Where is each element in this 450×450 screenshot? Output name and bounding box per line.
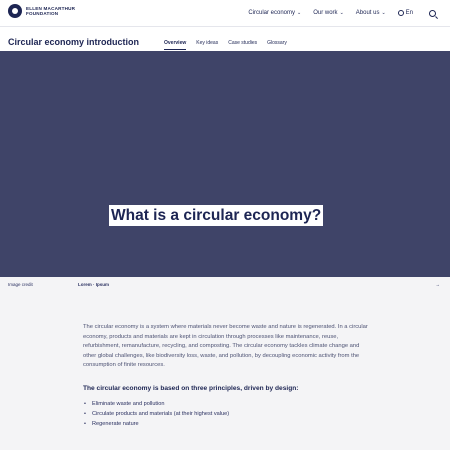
nav-item-about-us[interactable]: About us ⌄ (356, 10, 386, 16)
nav-item-our-work[interactable]: Our work ⌄ (313, 10, 344, 16)
section-tabs: Overview Key ideas Case studies Glossary (164, 40, 297, 50)
list-item: Regenerate nature (83, 419, 373, 429)
nav-item-label: Circular economy (248, 10, 296, 16)
page-title: Circular economy introduction (8, 37, 140, 47)
caption-label: Image credit (8, 282, 33, 287)
image-caption-bar: Image credit Lorem · Ipsum → (0, 277, 450, 293)
foundation-logo[interactable]: ELLEN MACARTHUR FOUNDATION (8, 4, 75, 18)
language-selector[interactable]: En (397, 10, 413, 16)
chevron-down-icon: ⌄ (297, 10, 302, 16)
logo-mark-icon (8, 4, 22, 18)
tab-glossary[interactable]: Glossary (267, 40, 287, 50)
principles-heading: The circular economy is based on three p… (83, 384, 299, 392)
section-navigation: Circular economy introduction Overview K… (0, 26, 450, 51)
list-item: Circulate products and materials (at the… (83, 409, 373, 419)
logo-text: ELLEN MACARTHUR FOUNDATION (26, 6, 75, 17)
arrow-right-icon[interactable]: → (436, 282, 441, 287)
tab-case-studies[interactable]: Case studies (228, 40, 257, 50)
hero-image: What is a circular economy? (0, 51, 450, 277)
search-icon[interactable] (429, 9, 436, 17)
article-body: The circular economy is a system where m… (83, 323, 373, 429)
tab-overview[interactable]: Overview (164, 40, 187, 50)
main-menu: Circular economy ⌄ Our work ⌄ About us ⌄ En (248, 0, 450, 26)
principles-list: Eliminate waste and pollution Circulate … (83, 399, 373, 429)
intro-paragraph: The circular economy is a system where m… (83, 324, 368, 369)
globe-icon (397, 10, 404, 16)
list-item: Eliminate waste and pollution (83, 399, 373, 409)
nav-item-label: About us (355, 10, 380, 16)
logo-line-2: FOUNDATION (26, 11, 59, 16)
language-label: En (405, 10, 413, 16)
chevron-down-icon: ⌄ (339, 10, 344, 16)
hero-title: What is a circular economy? (109, 205, 324, 226)
tab-key-ideas[interactable]: Key ideas (196, 40, 218, 50)
nav-item-circular-economy[interactable]: Circular economy ⌄ (248, 10, 301, 16)
chevron-down-icon: ⌄ (381, 10, 386, 16)
nav-item-label: Our work (313, 10, 338, 16)
top-navigation-bar: ELLEN MACARTHUR FOUNDATION Circular econ… (0, 0, 450, 26)
caption-credit: Lorem · Ipsum (78, 282, 110, 287)
